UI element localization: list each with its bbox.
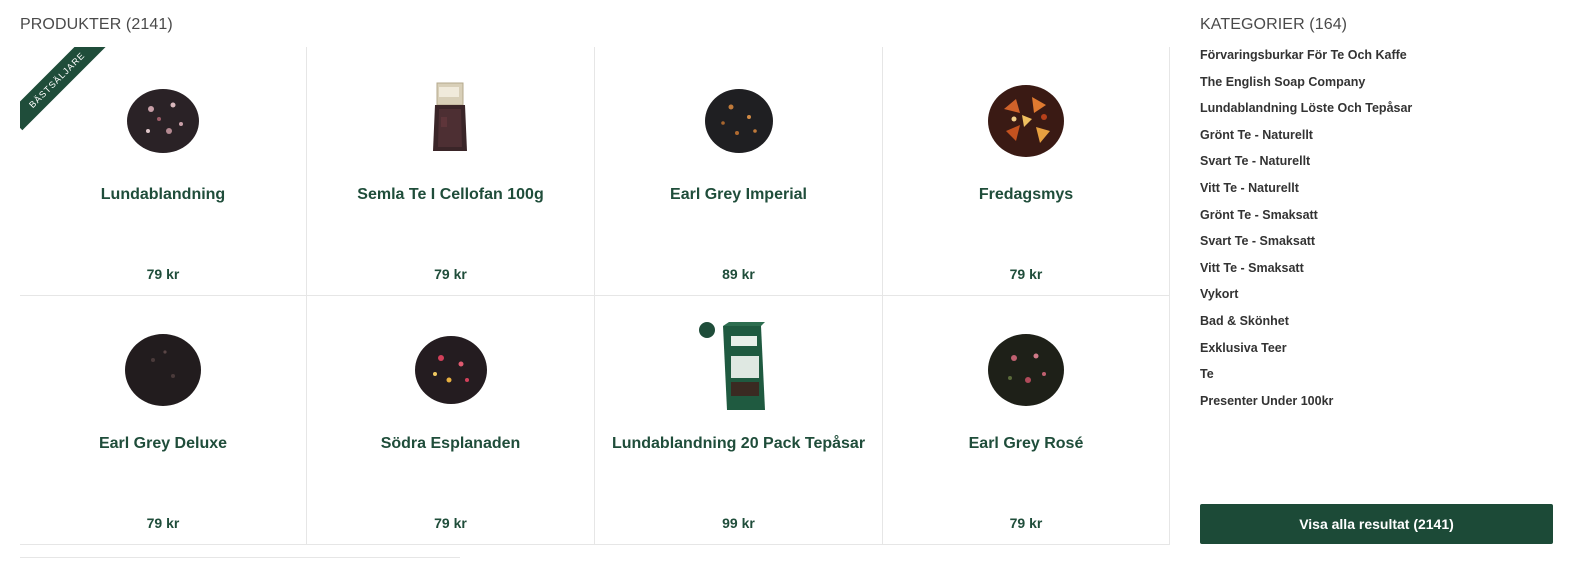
bestseller-badge: BÄSTSÄLJARE (20, 47, 108, 131)
category-link[interactable]: The English Soap Company (1200, 73, 1412, 100)
product-card[interactable]: Earl Grey Rosé 79 kr (883, 296, 1170, 545)
product-card[interactable]: Lundablandning 20 Pack Tepåsar 99 kr (595, 296, 883, 545)
loose-tea-icon (988, 334, 1064, 406)
show-all-results-button[interactable]: Visa alla resultat (2141) (1200, 504, 1553, 544)
product-name[interactable]: Lundablandning (20, 186, 306, 204)
product-name[interactable]: Earl Grey Deluxe (20, 435, 306, 453)
category-link[interactable]: Bad & Skönhet (1200, 312, 1412, 339)
loose-tea-icon (127, 89, 199, 153)
category-link[interactable]: Lundablandning Löste Och Tepåsar (1200, 99, 1412, 126)
category-link[interactable]: Presenter Under 100kr (1200, 392, 1412, 419)
product-price: 79 kr (434, 515, 467, 531)
product-name[interactable]: Lundablandning 20 Pack Tepåsar (595, 435, 882, 453)
product-price: 79 kr (1009, 515, 1043, 531)
product-name[interactable]: Earl Grey Imperial (595, 186, 882, 204)
category-link[interactable]: Svart Te - Smaksatt (1200, 232, 1412, 259)
category-link[interactable]: Svart Te - Naturellt (1200, 152, 1412, 179)
product-card[interactable]: Earl Grey Imperial 89 kr (595, 47, 883, 296)
product-name[interactable]: Semla Te I Cellofan 100g (307, 186, 594, 204)
product-price: 79 kr (146, 266, 180, 282)
product-name[interactable]: Södra Esplanaden (307, 435, 594, 453)
category-link[interactable]: Vitt Te - Naturellt (1200, 179, 1412, 206)
loose-tea-icon (125, 334, 201, 406)
product-card[interactable]: Fredagsmys 79 kr (883, 47, 1170, 296)
products-heading: PRODUKTER (2141) (20, 16, 173, 33)
product-name[interactable]: Fredagsmys (883, 186, 1169, 204)
product-card[interactable]: BÄSTSÄLJARE Lundablandning 79 kr (20, 47, 307, 296)
product-card[interactable]: Södra Esplanaden 79 kr (307, 296, 595, 545)
loose-tea-icon (414, 336, 487, 404)
category-link[interactable]: Exklusiva Teer (1200, 339, 1412, 366)
product-name[interactable]: Earl Grey Rosé (883, 435, 1169, 453)
category-link[interactable]: Vitt Te - Smaksatt (1200, 259, 1412, 286)
divider (20, 557, 460, 558)
tea-box-icon (698, 322, 765, 410)
category-link[interactable]: Te (1200, 365, 1412, 392)
loose-tea-icon (988, 85, 1064, 157)
category-link[interactable]: Förvaringsburkar För Te Och Kaffe (1200, 46, 1412, 73)
product-grid: BÄSTSÄLJARE Lundablandning 79 kr Semla T… (20, 47, 1170, 545)
product-card[interactable]: Semla Te I Cellofan 100g 79 kr (307, 47, 595, 296)
categories-heading: KATEGORIER (164) (1200, 16, 1348, 33)
product-price: 79 kr (434, 266, 467, 282)
loose-tea-icon (704, 89, 773, 153)
category-link[interactable]: Vykort (1200, 285, 1412, 312)
category-link[interactable]: Grönt Te - Naturellt (1200, 126, 1412, 153)
product-price: 79 kr (146, 515, 180, 531)
tea-bag-package-icon (432, 82, 467, 151)
product-price: 89 kr (722, 266, 755, 282)
product-price: 79 kr (1009, 266, 1043, 282)
product-price: 99 kr (722, 515, 755, 531)
category-list: Förvaringsburkar För Te Och Kaffe The En… (1200, 46, 1412, 418)
product-card[interactable]: Earl Grey Deluxe 79 kr (20, 296, 307, 545)
category-link[interactable]: Grönt Te - Smaksatt (1200, 206, 1412, 233)
